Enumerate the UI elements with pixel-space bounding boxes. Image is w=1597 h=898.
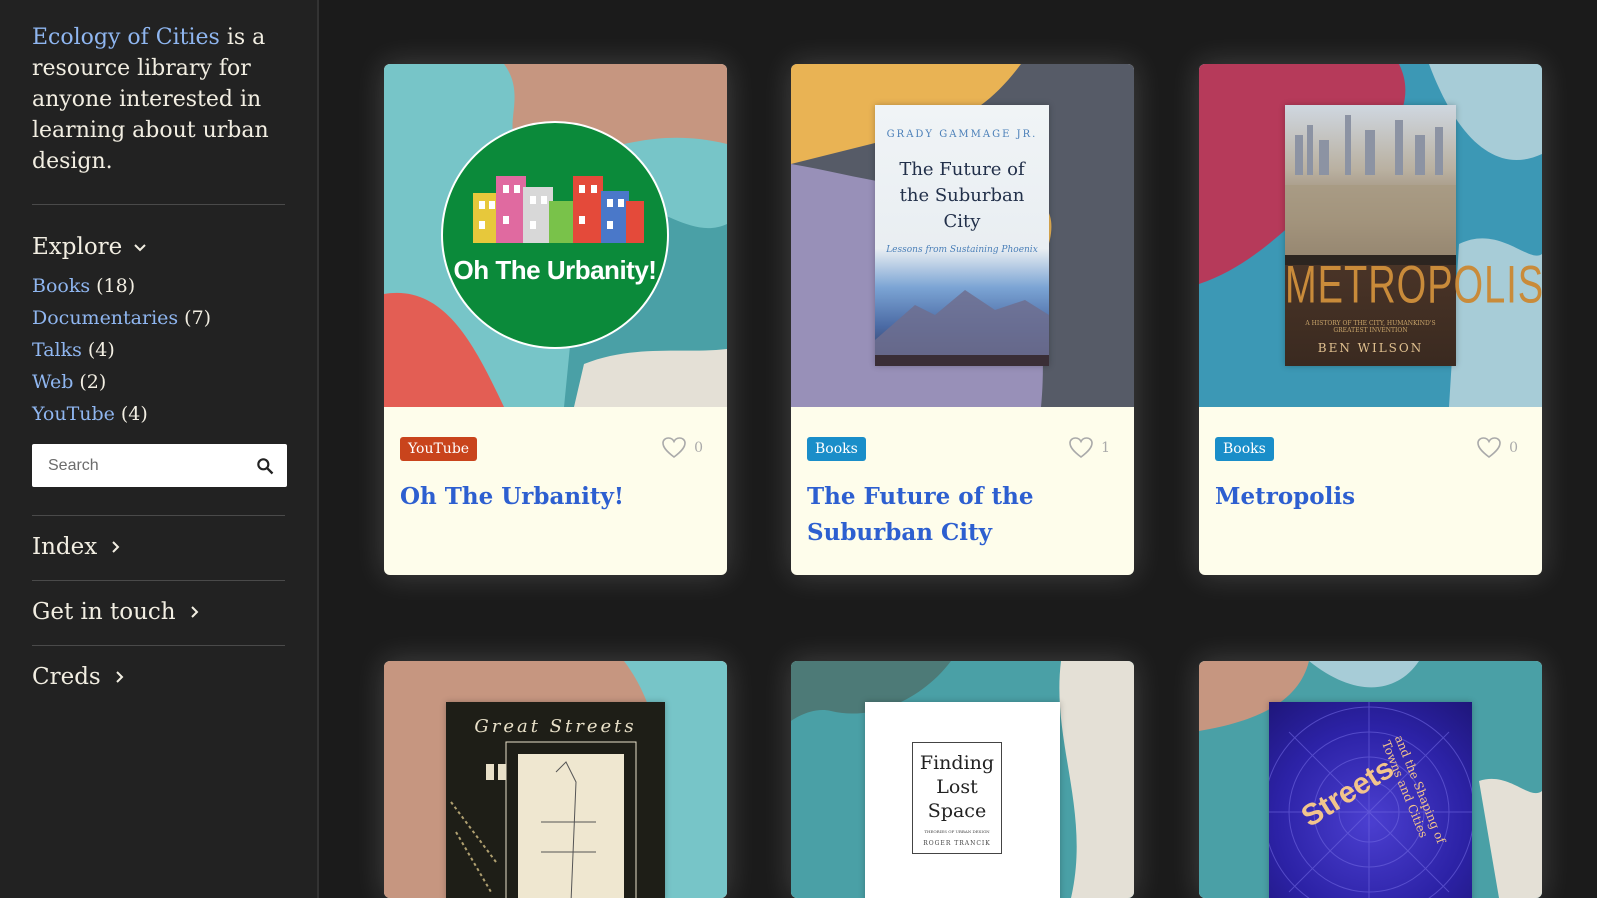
category-link-web[interactable]: Web [32,371,73,393]
book-cover: GRADY GAMMAGE JR. The Future of the Subu… [875,105,1049,366]
search-input[interactable] [48,456,255,475]
resource-card[interactable]: Streets and the Shaping of Towns and Cit… [1199,661,1542,898]
resource-card[interactable]: Great Streets [384,661,727,898]
search-box [32,444,287,487]
resource-grid: Oh The Urbanity! YouTube 0 Oh The Urbani… [321,0,1597,898]
logo-text: Oh The Urbanity! [453,255,657,285]
urbanity-logo: Oh The Urbanity! [441,121,669,349]
category-count: (2) [79,371,107,393]
book-cover: Finding Lost Space THEORIES OF URBAN DES… [865,702,1060,898]
heart-icon [1069,437,1093,459]
cover-subtitle: THEORIES OF URBAN DESIGN [924,829,990,834]
category-link-talks[interactable]: Talks [32,339,82,361]
category-list: Books (18) Documentaries (7) Talks (4) Web(… [32,270,285,430]
category-count: (4) [87,339,115,361]
like-button[interactable]: 1 [1069,437,1110,459]
like-count: 0 [1509,440,1518,456]
creds-toggle[interactable]: Creds [32,664,285,690]
search-icon[interactable] [255,456,275,476]
card-artwork: Oh The Urbanity! [384,64,727,407]
category-item-youtube: YouTube (4) [32,398,285,430]
category-tag[interactable]: Books [807,437,866,461]
creds-label: Creds [32,664,101,690]
category-item-documentaries: Documentaries (7) [32,302,285,334]
chevron-right-icon [116,671,124,683]
resource-card[interactable]: Finding Lost Space THEORIES OF URBAN DES… [791,661,1134,898]
category-link-documentaries[interactable]: Documentaries [32,307,178,329]
card-meta: YouTube 0 Oh The Urbanity! [384,407,727,575]
mountain-illustration [875,290,1049,366]
explore-toggle[interactable]: Explore [32,234,285,260]
category-count: (18) [96,275,136,297]
category-link-youtube[interactable]: YouTube [32,403,115,425]
category-tag[interactable]: Books [1215,437,1274,461]
card-artwork: Finding Lost Space THEORIES OF URBAN DES… [791,661,1134,898]
chevron-down-icon [134,244,147,252]
cover-title: Finding Lost Space [919,752,995,822]
chevron-right-icon [190,606,199,618]
houses-illustration [473,176,644,243]
card-meta: Books 0 Metropolis [1199,407,1542,575]
resource-card[interactable]: METROPOLIS A HISTORY OF THE CITY, HUMANK… [1199,64,1542,575]
cover-author: BEN WILSON [1317,341,1424,355]
index-label: Index [32,534,98,560]
card-meta: Books 1 The Future of the Suburban City [791,407,1134,575]
category-count: (7) [184,307,212,329]
heart-icon [662,437,686,459]
card-artwork: METROPOLIS A HISTORY OF THE CITY, HUMANK… [1199,64,1542,407]
book-cover: METROPOLIS A HISTORY OF THE CITY, HUMANK… [1285,105,1542,366]
brand-link[interactable]: Ecology of Cities [32,25,220,50]
chevron-right-icon [112,541,120,553]
book-cover: Streets and the Shaping of Towns and Cit… [1269,702,1472,898]
creds-section: Creds [32,646,285,710]
cover-author: ROGER TRANCIK [923,840,991,847]
contact-section: Get in touch [32,581,285,645]
like-count: 1 [1101,440,1110,456]
category-item-talks: Talks (4) [32,334,285,366]
category-tag[interactable]: YouTube [400,437,478,461]
card-artwork: Great Streets [384,661,727,898]
like-button[interactable]: 0 [1477,437,1518,459]
index-section: Index [32,516,285,580]
divider [32,204,285,205]
category-link-books[interactable]: Books [32,275,90,297]
cover-title: METROPOLIS [1285,256,1542,316]
resource-card[interactable]: Oh The Urbanity! YouTube 0 Oh The Urbani… [384,64,727,575]
resource-card[interactable]: GRADY GAMMAGE JR. The Future of the Subu… [791,64,1134,575]
like-button[interactable]: 0 [662,437,703,459]
category-item-web: Web (2) [32,366,285,398]
card-artwork: GRADY GAMMAGE JR. The Future of the Subu… [791,64,1134,407]
like-count: 0 [694,440,703,456]
index-toggle[interactable]: Index [32,534,285,560]
card-title[interactable]: Oh The Urbanity! [400,479,711,515]
sidebar: Ecology of Cities is a resource library … [0,0,319,898]
card-artwork: Streets and the Shaping of Towns and Cit… [1199,661,1542,898]
category-count: (4) [120,403,148,425]
cover-subtitle: A HISTORY OF THE CITY, HUMANKIND'S GREAT… [1305,320,1436,334]
get-in-touch-toggle[interactable]: Get in touch [32,599,285,625]
heart-icon [1477,437,1501,459]
book-cover: Great Streets [446,702,665,898]
category-item-books: Books (18) [32,270,285,302]
card-title[interactable]: The Future of the Suburban City [807,479,1118,551]
intro-text: Ecology of Cities is a resource library … [32,22,285,177]
explore-label: Explore [32,234,123,260]
get-in-touch-label: Get in touch [32,599,176,625]
street-sketch [450,741,637,898]
card-title[interactable]: Metropolis [1215,479,1526,515]
cover-frame: Finding Lost Space THEORIES OF URBAN DES… [912,742,1002,854]
